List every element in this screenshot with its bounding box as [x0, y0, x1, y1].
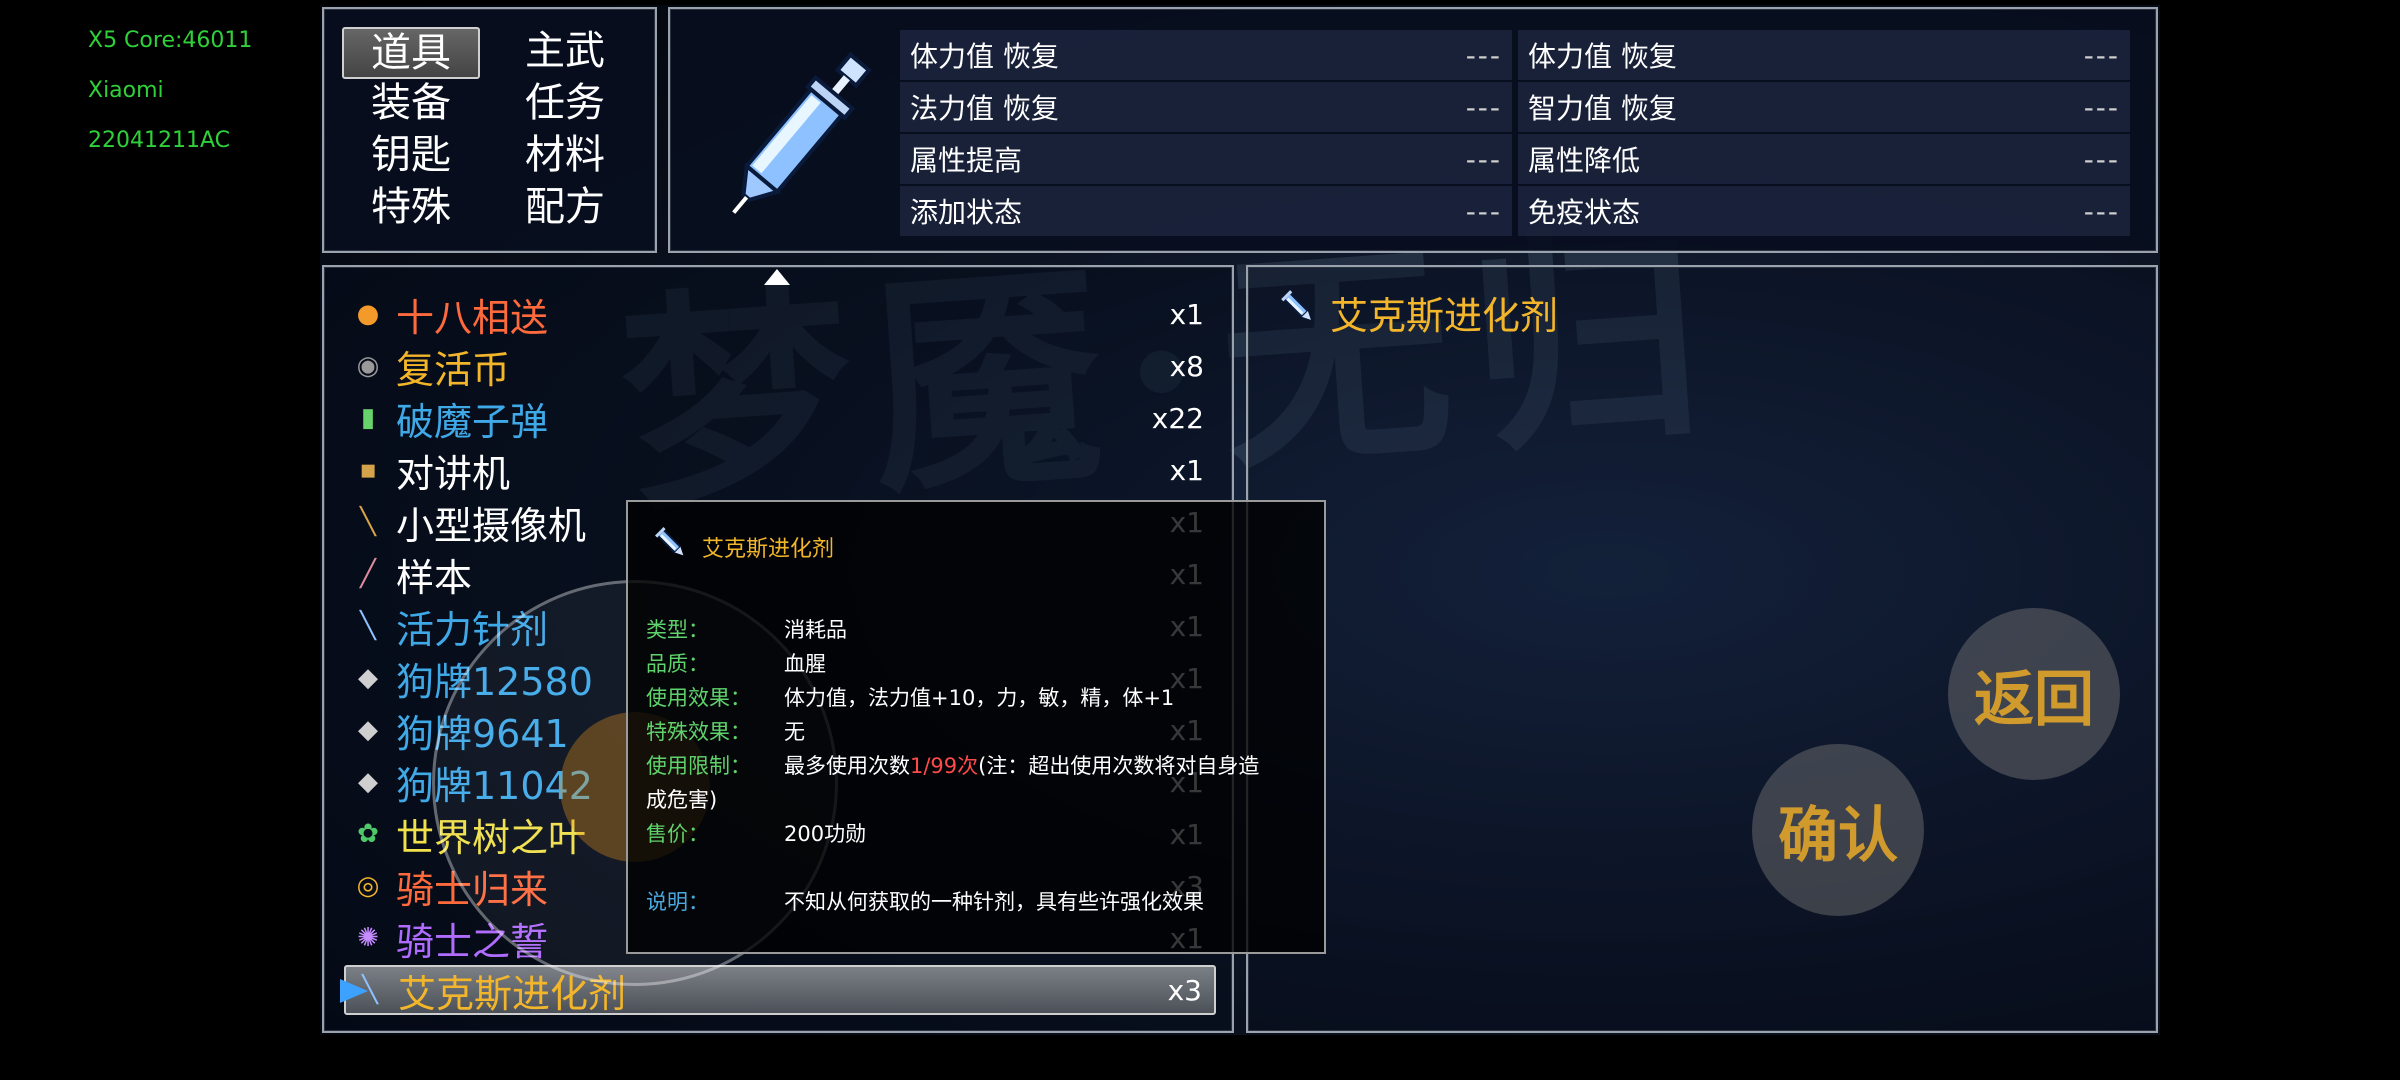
dogtag-icon: ◆	[358, 715, 378, 745]
syringe-icon	[1278, 287, 1320, 338]
confirm-button[interactable]: 确认	[1752, 744, 1924, 916]
item-row[interactable]: ▪ 对讲机 x1	[344, 445, 1216, 496]
back-button[interactable]: 返回	[1948, 608, 2120, 780]
dogtag-icon: ◆	[358, 767, 378, 797]
detail-title-text: 艾克斯进化剂	[1330, 294, 1559, 338]
sample-icon: ╱	[360, 559, 376, 589]
tooltip-title-text: 艾克斯进化剂	[702, 537, 835, 562]
item-row[interactable]: ╲ 艾克斯进化剂 x3	[340, 965, 1216, 1016]
desc-label: 说明：	[646, 890, 709, 914]
limit-line2: 成危害)	[646, 788, 718, 812]
effect-value: 体力值，法力值+10，力，敏，精，体+1	[784, 686, 1175, 710]
category-tab[interactable]: 材料	[496, 131, 634, 183]
status-value: ---	[2083, 194, 2120, 228]
syringe-icon	[652, 524, 692, 570]
type-label: 类型：	[646, 618, 709, 642]
coin-icon: ◉	[356, 351, 380, 381]
limit-prefix: 最多使用次数	[784, 754, 910, 778]
item-status-window: 体力值 恢复 --- 体力值 恢复 --- 法力值 恢复 --- 智力值 恢复 --- 属性提高…	[668, 7, 2158, 253]
radio-icon: ▪	[359, 455, 377, 485]
status-cell: 法力值 恢复 ---	[900, 82, 1512, 132]
tooltip-limit-line2: 成危害)	[646, 784, 717, 814]
status-label: 体力值 恢复	[910, 40, 1059, 73]
status-value: ---	[2083, 38, 2120, 72]
status-label: 添加状态	[910, 196, 1023, 229]
dogtag-icon: ◆	[358, 663, 378, 693]
price-label: 售价：	[646, 822, 709, 846]
status-value: ---	[2083, 90, 2120, 124]
category-window: 道具 主武 装备 任务 钥匙 材料 特殊 配方	[322, 7, 657, 253]
type-value: 消耗品	[784, 618, 847, 642]
item-row[interactable]: ◉ 复活币 x8	[344, 341, 1216, 392]
limit-label: 使用限制：	[646, 754, 751, 778]
desc-value: 不知从何获取的一种针剂，具有些许强化效果	[784, 890, 1204, 914]
selection-cursor-icon	[340, 979, 368, 1003]
item-row[interactable]: ▮ 破魔子弹 x22	[344, 393, 1216, 444]
item-name: 艾克斯进化剂	[398, 971, 627, 1016]
detail-title: 艾克斯进化剂	[1278, 285, 1558, 340]
limit-suffix: (注：超出使用次数将对自身造	[978, 754, 1260, 778]
category-tab[interactable]: 道具	[342, 27, 480, 79]
item-tooltip: 艾克斯进化剂 类型： 消耗品 品质： 血腥 使用效果： 体力值，法力值+10，力…	[626, 500, 1326, 954]
category-tab[interactable]: 主武	[496, 27, 634, 79]
status-label: 智力值 恢复	[1528, 92, 1677, 125]
status-cell: 智力值 恢复 ---	[1518, 82, 2130, 132]
item-count: x22	[1151, 401, 1204, 435]
device-core-text: X5 Core:46011	[88, 28, 253, 53]
item-name: 破魔子弹	[396, 399, 549, 444]
status-value: ---	[1465, 194, 1502, 228]
scroll-up-arrow-icon[interactable]	[764, 269, 790, 285]
status-label: 体力值 恢复	[1528, 40, 1677, 73]
item-name: 对讲机	[396, 451, 511, 496]
status-cell: 体力值 恢复 ---	[900, 30, 1512, 80]
effect-label: 使用效果：	[646, 686, 751, 710]
leaf-icon: ✿	[357, 819, 379, 849]
status-cell: 体力值 恢复 ---	[1518, 30, 2130, 80]
status-label: 法力值 恢复	[910, 92, 1059, 125]
special-value: 无	[784, 720, 805, 744]
status-cell: 免疫状态 ---	[1518, 186, 2130, 236]
item-row[interactable]: ● 十八相送 x1	[344, 289, 1216, 340]
category-tab[interactable]: 装备	[342, 79, 480, 131]
limit-value: 最多使用次数1/99次(注：超出使用次数将对自身造	[784, 750, 1259, 780]
category-tab[interactable]: 钥匙	[342, 131, 480, 183]
bullet-icon: ▮	[360, 403, 376, 433]
status-cell: 属性提高 ---	[900, 134, 1512, 184]
device-model-text: 22041211AC	[88, 128, 231, 153]
item-count: x1	[1169, 297, 1204, 331]
orb-icon: ✺	[357, 923, 379, 953]
status-label: 属性提高	[910, 144, 1023, 177]
status-value: ---	[1465, 38, 1502, 72]
category-grid: 道具 主武 装备 任务 钥匙 材料 特殊 配方	[342, 27, 634, 235]
item-count: x1	[1169, 453, 1204, 487]
tooltip-title: 艾克斯进化剂	[652, 524, 834, 570]
category-tab[interactable]: 任务	[496, 79, 634, 131]
item-count: x3	[1167, 973, 1202, 1007]
price-value: 200功勋	[784, 822, 867, 846]
special-label: 特殊效果：	[646, 720, 751, 744]
category-tab[interactable]: 特殊	[342, 183, 480, 235]
quality-label: 品质：	[646, 652, 709, 676]
status-cell: 添加状态 ---	[900, 186, 1512, 236]
device-brand-text: Xiaomi	[88, 78, 164, 103]
status-value: ---	[2083, 142, 2120, 176]
item-syringe-icon	[698, 31, 898, 241]
item-count: x8	[1169, 349, 1204, 383]
status-label: 属性降低	[1528, 144, 1641, 177]
item-name: 十八相送	[396, 295, 549, 340]
syringe-icon: ╲	[360, 611, 376, 641]
status-label: 免疫状态	[1528, 196, 1641, 229]
status-value: ---	[1465, 90, 1502, 124]
camera-icon: ╲	[360, 507, 376, 537]
medal-icon: ●	[356, 299, 380, 329]
category-tab[interactable]: 配方	[496, 183, 634, 235]
limit-count: 1/99次	[910, 754, 979, 778]
status-grid: 体力值 恢复 --- 体力值 恢复 --- 法力值 恢复 --- 智力值 恢复 --- 属性提高…	[900, 29, 2130, 237]
eye-icon: ◎	[356, 871, 380, 901]
quality-value: 血腥	[784, 652, 826, 676]
item-name: 复活币	[396, 347, 511, 392]
status-value: ---	[1465, 142, 1502, 176]
status-cell: 属性降低 ---	[1518, 134, 2130, 184]
